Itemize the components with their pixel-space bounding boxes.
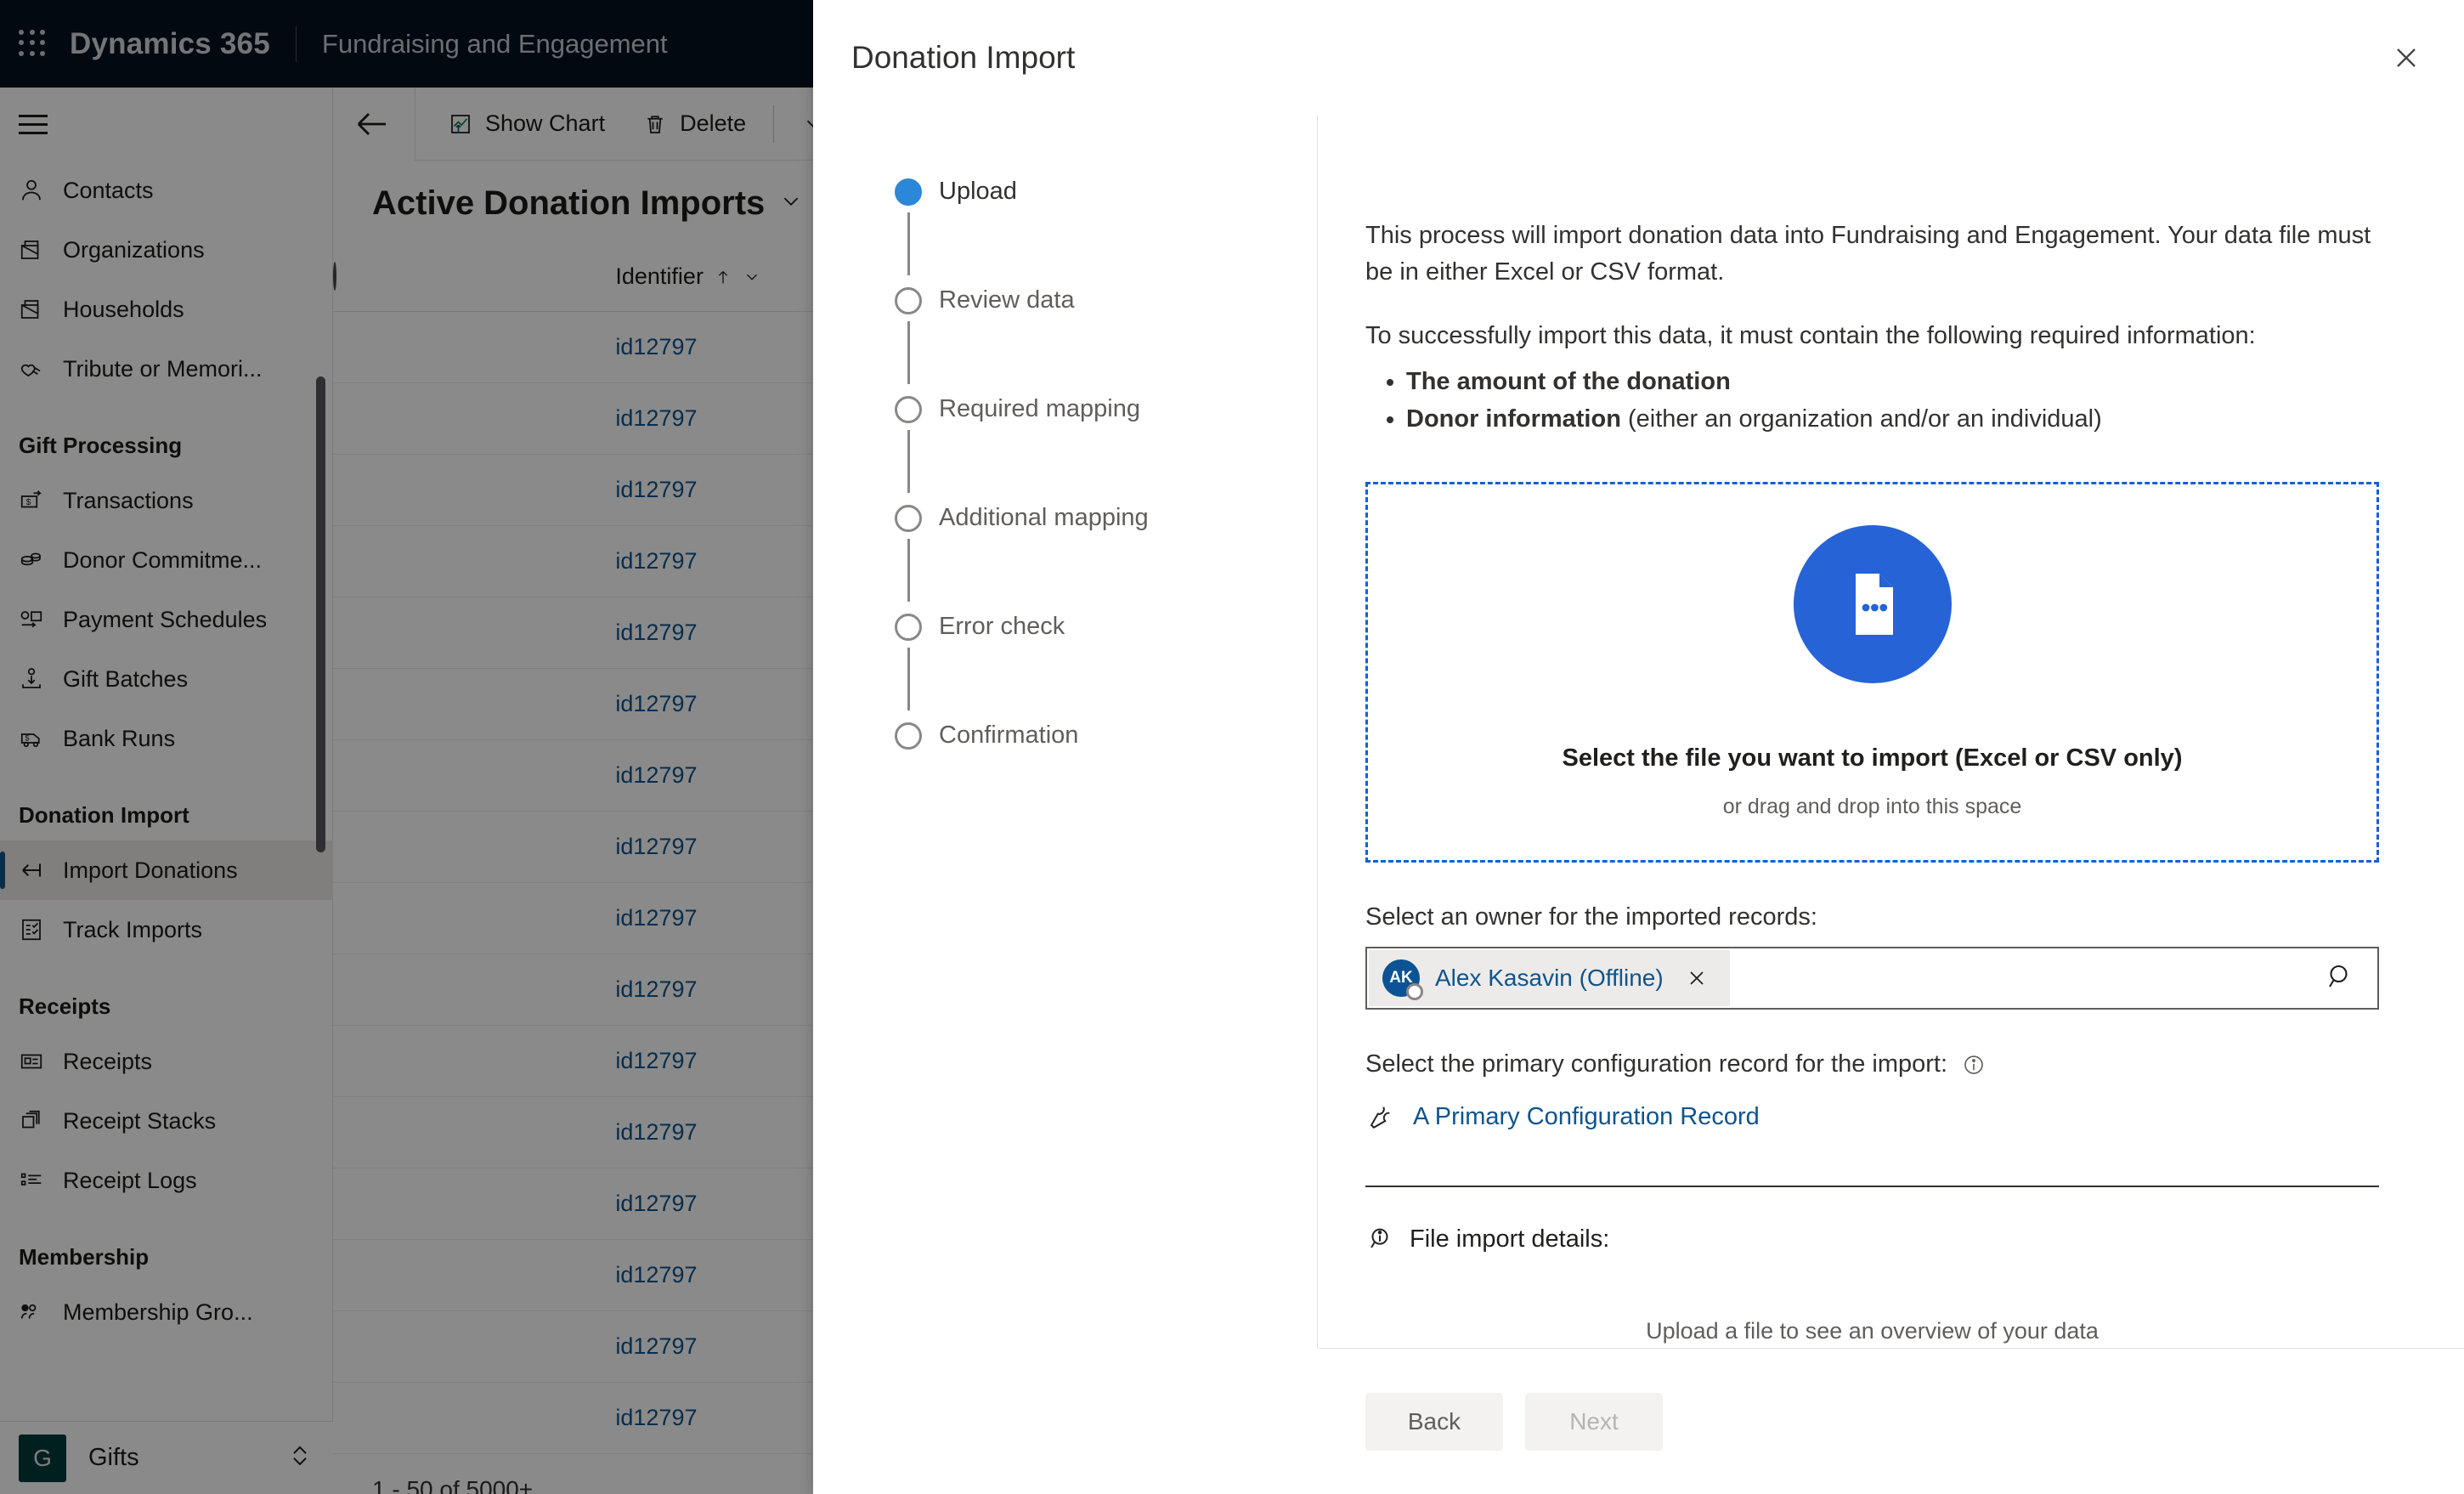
- step-dot-icon: [895, 614, 922, 641]
- wizard-stepper: Upload Review data Required mapping Addi…: [813, 116, 1317, 1348]
- presence-offline-icon: [1406, 983, 1423, 1000]
- panel-body: Upload Review data Required mapping Addi…: [813, 116, 2464, 1348]
- step-additional-mapping[interactable]: Additional mapping: [813, 503, 1317, 612]
- requirement-item: Donor information (either an organizatio…: [1406, 400, 2379, 438]
- step-label: Confirmation: [939, 722, 1079, 749]
- link-icon: [1365, 1102, 1394, 1131]
- panel-content: This process will import donation data i…: [1317, 116, 2464, 1348]
- dropzone-primary-text: Select the file you want to import (Exce…: [1562, 744, 2183, 772]
- step-connector: [907, 321, 910, 384]
- owner-name: Alex Kasavin (Offline): [1435, 965, 1664, 991]
- intro-paragraph: This process will import donation data i…: [1365, 222, 2371, 286]
- step-connector: [907, 430, 910, 493]
- back-button[interactable]: Back: [1365, 1392, 1503, 1451]
- step-upload[interactable]: Upload: [813, 177, 1317, 286]
- step-dot-icon: [895, 722, 922, 750]
- file-dropzone[interactable]: Select the file you want to import (Exce…: [1365, 482, 2379, 863]
- next-button[interactable]: Next: [1525, 1392, 1663, 1451]
- modal-dim-overlay: [0, 0, 813, 1494]
- config-label-text: Select the primary configuration record …: [1365, 1050, 1948, 1078]
- step-error-check[interactable]: Error check: [813, 612, 1317, 721]
- step-confirmation[interactable]: Confirmation: [813, 721, 1317, 829]
- avatar: AK: [1382, 959, 1423, 1000]
- panel-title: Donation Import: [851, 40, 1076, 75]
- step-label: Error check: [939, 613, 1065, 640]
- close-icon[interactable]: [1682, 964, 1711, 993]
- file-import-details-heading: File import details:: [1365, 1225, 2379, 1253]
- owner-lookup-field[interactable]: AK Alex Kasavin (Offline): [1365, 947, 2379, 1010]
- section-divider: [1365, 1186, 2379, 1187]
- file-upload-icon: [1793, 525, 1952, 683]
- owner-label-text: Select an owner for the imported records…: [1365, 903, 1817, 931]
- donation-import-panel: Donation Import Upload Review data Requi…: [813, 0, 2464, 1494]
- requirements-intro: To successfully import this data, it mus…: [1365, 322, 2256, 349]
- primary-config-record-link[interactable]: A Primary Configuration Record: [1413, 1103, 1760, 1131]
- step-connector: [907, 212, 910, 275]
- step-required-mapping[interactable]: Required mapping: [813, 394, 1317, 503]
- step-connector: [907, 539, 910, 602]
- requirement-bold: Donor information: [1406, 405, 1621, 433]
- dropzone-secondary-text: or drag and drop into this space: [1722, 795, 2022, 818]
- panel-header: Donation Import: [813, 0, 2464, 116]
- step-label: Upload: [939, 178, 1017, 205]
- requirements-list: The amount of the donation Donor informa…: [1406, 363, 2379, 438]
- info-icon[interactable]: [1961, 1052, 1986, 1078]
- step-label: Review data: [939, 286, 1075, 314]
- owner-chip[interactable]: AK Alex Kasavin (Offline): [1369, 950, 1730, 1006]
- step-label: Additional mapping: [939, 504, 1149, 531]
- requirement-item: The amount of the donation: [1406, 363, 2379, 400]
- step-label: Required mapping: [939, 395, 1140, 422]
- info-magnifier-icon: [1365, 1225, 1394, 1253]
- step-connector: [907, 648, 910, 710]
- step-dot-icon: [895, 178, 922, 206]
- details-empty-state: Upload a file to see an overview of your…: [1646, 1318, 2099, 1344]
- search-icon[interactable]: [2325, 961, 2355, 996]
- requirement-rest: (either an organization and/or an indivi…: [1620, 405, 2102, 433]
- step-dot-icon: [895, 287, 922, 314]
- step-dot-icon: [895, 396, 922, 423]
- config-field-label: Select the primary configuration record …: [1365, 1050, 2379, 1078]
- config-record-row[interactable]: A Primary Configuration Record: [1365, 1102, 2379, 1131]
- requirement-bold: The amount of the donation: [1406, 368, 1731, 395]
- step-dot-icon: [895, 505, 922, 532]
- step-review-data[interactable]: Review data: [813, 286, 1317, 394]
- panel-footer: Back Next: [1318, 1348, 2464, 1494]
- details-heading-text: File import details:: [1410, 1225, 1610, 1253]
- close-icon[interactable]: [2379, 31, 2433, 85]
- owner-field-label: Select an owner for the imported records…: [1365, 903, 2379, 931]
